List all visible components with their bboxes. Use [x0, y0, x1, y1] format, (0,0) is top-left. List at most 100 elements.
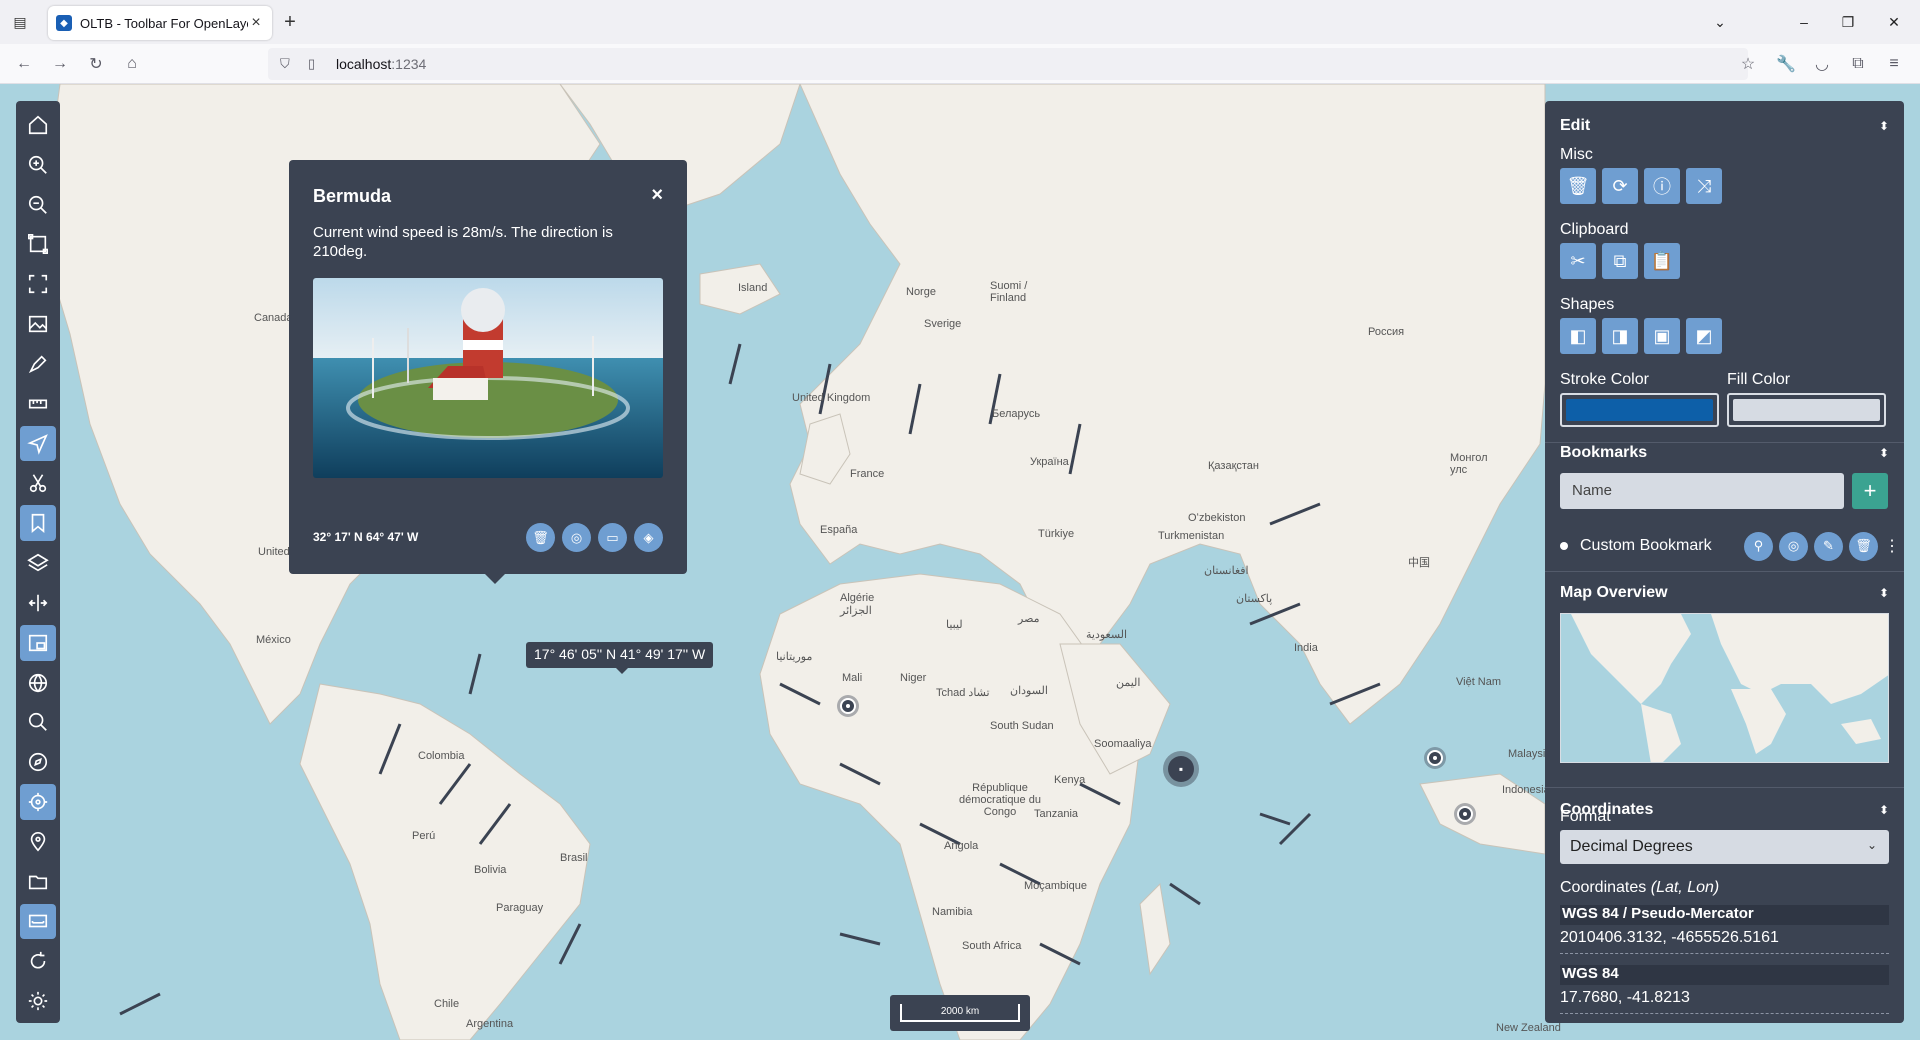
map-label: Soomaaliya [1094, 738, 1152, 750]
intersect-icon[interactable]: ◨ [1602, 318, 1638, 354]
zoombox-icon[interactable] [20, 226, 56, 262]
overview-icon[interactable] [20, 624, 56, 661]
add-bookmark-button[interactable]: + [1852, 473, 1888, 509]
layers-icon[interactable]: ◈ [634, 523, 663, 552]
back-icon[interactable]: ← [12, 52, 36, 76]
bookmark-label: Custom Bookmark [1580, 537, 1712, 554]
url-bar[interactable]: ⛉ ▯ localhost:1234 [268, 48, 1748, 80]
locate-icon[interactable]: ◎ [1779, 531, 1808, 561]
map-label: Việt Nam [1456, 676, 1502, 688]
measure-icon[interactable] [20, 386, 56, 422]
browser-tab[interactable]: ◆ OLTB - Toolbar For OpenLayers × [48, 6, 272, 40]
scale-line-icon[interactable] [20, 903, 56, 940]
stroke-color-label: Stroke Color [1560, 371, 1649, 388]
bookmark-item[interactable]: Custom Bookmark ⚲ ◎ ✎ 🗑 ⋮ [1560, 531, 1900, 561]
bookmarks-section-title: Bookmarks [1560, 444, 1648, 461]
tab-overflow-icon[interactable]: ⌄ [1698, 0, 1742, 44]
extensions-icon[interactable]: ⧉ [1846, 52, 1870, 76]
map-label: Perú [412, 830, 436, 842]
union-icon[interactable]: ◧ [1560, 318, 1596, 354]
bookmark-name-input[interactable]: Name [1560, 473, 1844, 509]
chevron-updown-icon[interactable]: ⬍ [1879, 119, 1889, 133]
drag-handle-icon[interactable]: ⋮ [1884, 536, 1900, 556]
close-icon[interactable]: × [651, 184, 663, 207]
info-popup: Bermuda × Current wind speed is 28m/s. T… [289, 160, 687, 584]
bookmark-marker[interactable]: ▪ [1163, 751, 1199, 787]
projection-value: 2010406.3132, -4655526.5161 [1560, 929, 1779, 946]
shuffle-icon[interactable]: ⤨ [1686, 168, 1722, 204]
direction-icon[interactable] [20, 744, 56, 780]
right-panel: Edit ⬍ Misc 🗑 ⟳ ⓘ ⤨ Clipboard ✂ ⧉ 📋 Shap… [1545, 101, 1904, 1023]
close-tab-icon[interactable]: × [248, 14, 264, 32]
split-view-icon[interactable] [20, 585, 56, 621]
star-icon[interactable]: ☆ [1736, 52, 1760, 76]
fill-color-picker[interactable] [1727, 393, 1886, 427]
format-select[interactable]: Decimal Degrees ⌄ [1560, 830, 1889, 864]
map-label: Türkiye [1038, 528, 1075, 540]
wrench-icon[interactable]: 🔧 [1774, 52, 1798, 76]
export-png-icon[interactable] [20, 306, 56, 342]
minimize-icon[interactable]: – [1782, 0, 1826, 44]
cut-icon[interactable]: ✂ [1560, 243, 1596, 279]
draw-icon[interactable] [20, 346, 56, 382]
map-label: Canada [254, 312, 293, 324]
misc-buttons: 🗑 ⟳ ⓘ ⤨ [1560, 168, 1722, 204]
map-label: South Africa [962, 940, 1022, 952]
map-label: Bolivia [474, 864, 507, 876]
close-window-icon[interactable]: ✕ [1872, 0, 1916, 44]
divider [1560, 1013, 1889, 1014]
refresh-icon[interactable] [20, 943, 56, 979]
overview-map[interactable] [1560, 613, 1889, 763]
bookmark-icon[interactable] [20, 505, 56, 542]
home-browser-icon[interactable]: ⌂ [120, 52, 144, 76]
locate-icon[interactable]: ◎ [562, 523, 591, 552]
import-icon[interactable] [20, 864, 56, 900]
home-icon[interactable] [20, 107, 56, 143]
map-marker[interactable] [1457, 806, 1473, 822]
pocket-icon[interactable]: ◡ [1810, 52, 1834, 76]
delete-icon[interactable]: 🗑 [526, 523, 555, 552]
bookmark-dot-icon [1560, 542, 1568, 550]
map-marker[interactable] [840, 698, 856, 714]
marker-icon[interactable]: ⚲ [1744, 531, 1773, 561]
new-tab-icon[interactable]: + [278, 10, 302, 34]
delete-icon[interactable]: 🗑 [1849, 531, 1878, 561]
rotate-icon[interactable]: ⟳ [1602, 168, 1638, 204]
graticule-icon[interactable] [20, 665, 56, 701]
edit-icon[interactable] [20, 425, 56, 462]
map-label: India [1294, 642, 1318, 654]
menu-icon[interactable]: ≡ [1882, 52, 1906, 76]
chevron-updown-icon[interactable]: ⬍ [1879, 446, 1889, 460]
delete-icon[interactable]: 🗑 [1560, 168, 1596, 204]
map-label: Kenya [1054, 774, 1086, 786]
edit-pencil-icon[interactable]: ✎ [1814, 531, 1843, 561]
forward-icon[interactable]: → [48, 52, 72, 76]
layers-icon[interactable] [20, 545, 56, 581]
chevron-updown-icon[interactable]: ⬍ [1879, 586, 1889, 600]
copy-icon[interactable]: ▭ [598, 523, 627, 552]
map-label: السودان [1010, 685, 1048, 697]
copy-icon[interactable]: ⧉ [1602, 243, 1638, 279]
map-label: Turkmenistan [1158, 530, 1225, 542]
fullscreen-icon[interactable] [20, 266, 56, 302]
theme-icon[interactable] [20, 983, 56, 1019]
chevron-updown-icon[interactable]: ⬍ [1879, 803, 1889, 817]
my-location-icon[interactable] [20, 784, 56, 820]
magnify-icon[interactable] [20, 704, 56, 740]
difference-icon[interactable]: ◩ [1686, 318, 1722, 354]
map-label: Island [738, 282, 768, 294]
paste-icon[interactable]: 📋 [1644, 243, 1680, 279]
info-icon[interactable]: ⓘ [1644, 168, 1680, 204]
reload-icon[interactable]: ↻ [84, 52, 108, 76]
stroke-color-picker[interactable] [1560, 393, 1719, 427]
browser-navbar: ← → ↻ ⌂ ⛉ ▯ localhost:1234 ☆ 🔧 ◡ ⧉ ≡ [0, 44, 1920, 84]
marker-icon[interactable] [20, 824, 56, 860]
restore-icon[interactable]: ❐ [1826, 0, 1870, 44]
map-marker[interactable] [1427, 750, 1443, 766]
zoom-out-icon[interactable] [20, 187, 56, 223]
zoom-in-icon[interactable] [20, 147, 56, 183]
exclude-icon[interactable]: ▣ [1644, 318, 1680, 354]
scissors-icon[interactable] [20, 465, 56, 501]
tab-list-icon[interactable]: ▤ [0, 0, 40, 44]
map-label: United Kingdom [792, 392, 871, 404]
